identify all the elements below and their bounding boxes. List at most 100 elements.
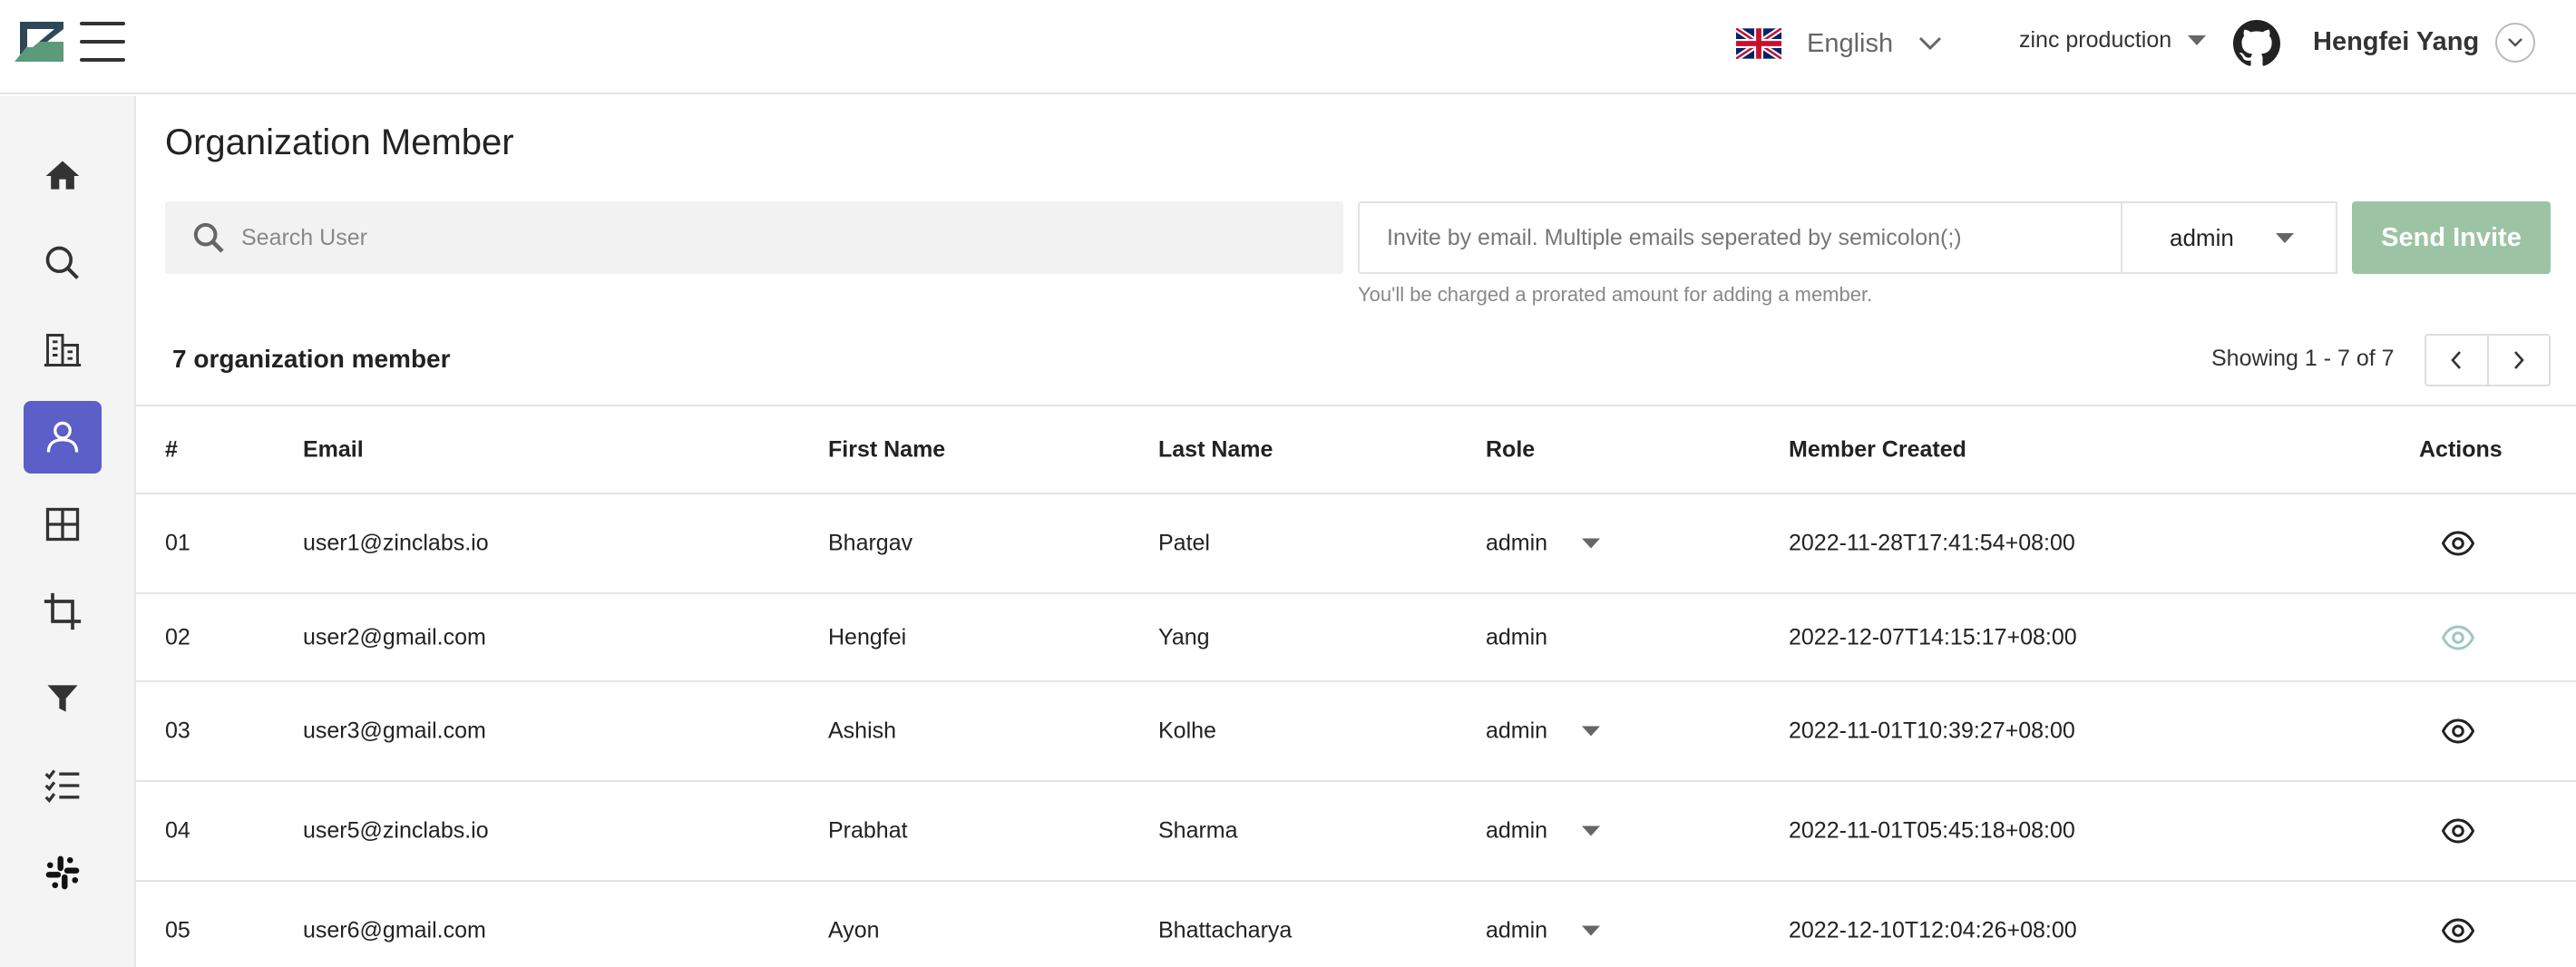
row-role-select[interactable]: admin bbox=[1486, 818, 1547, 845]
row-number: 05 bbox=[165, 917, 190, 943]
row-role-select[interactable]: admin bbox=[1486, 531, 1547, 557]
sidebar-item-dashboards[interactable] bbox=[24, 488, 102, 561]
column-header-number: # bbox=[165, 436, 178, 462]
search-icon bbox=[45, 246, 79, 279]
row-email: user2@gmail.com bbox=[303, 624, 486, 650]
column-header-role[interactable]: Role bbox=[1486, 436, 1535, 463]
building-icon bbox=[44, 334, 82, 366]
row-email: user6@gmail.com bbox=[303, 917, 486, 943]
grid-icon bbox=[45, 507, 80, 542]
invite-role-value: admin bbox=[2170, 223, 2234, 251]
send-invite-button[interactable]: Send Invite bbox=[2352, 201, 2551, 274]
language-label: English bbox=[1807, 28, 1894, 58]
row-last-name: Sharma bbox=[1158, 817, 1238, 844]
invite-email-box bbox=[1358, 201, 2122, 274]
row-role: admin bbox=[1486, 624, 1548, 650]
previous-page-button[interactable] bbox=[2426, 336, 2489, 385]
column-header-first-name[interactable]: First Name bbox=[828, 436, 945, 463]
row-last-name: Bhattacharya bbox=[1158, 917, 1293, 943]
row-number: 03 bbox=[165, 718, 190, 744]
sidebar-item-ingestion[interactable] bbox=[24, 575, 102, 648]
pagination-controls bbox=[2425, 334, 2551, 386]
table-header-row: # Email First Name Last Name Role Member… bbox=[136, 405, 2576, 493]
caret-down-icon[interactable] bbox=[1582, 726, 1600, 737]
row-first-name: Ashish bbox=[828, 718, 897, 744]
sidebar-item-functions[interactable] bbox=[24, 662, 102, 735]
user-icon bbox=[46, 421, 79, 453]
user-menu-button[interactable] bbox=[2495, 23, 2535, 63]
members-table: # Email First Name Last Name Role Member… bbox=[136, 405, 2576, 967]
sidebar-item-alerts[interactable] bbox=[24, 749, 102, 822]
row-last-name: Kolhe bbox=[1158, 718, 1216, 744]
row-member-created: 2022-11-01T10:39:27+08:00 bbox=[1789, 718, 2075, 744]
caret-down-icon[interactable] bbox=[1582, 538, 1600, 549]
row-number: 01 bbox=[165, 530, 190, 556]
row-last-name: Patel bbox=[1158, 530, 1210, 556]
row-first-name: Ayon bbox=[828, 917, 880, 943]
crop-icon bbox=[44, 592, 82, 630]
row-member-created: 2022-11-28T17:41:54+08:00 bbox=[1789, 530, 2075, 556]
sidebar bbox=[0, 96, 136, 967]
sidebar-item-search[interactable] bbox=[24, 227, 102, 299]
table-row: 03 user3@gmail.com Ashish Kolhe admin 20… bbox=[136, 680, 2576, 780]
caret-down-icon bbox=[2188, 35, 2207, 45]
invite-role-select[interactable]: admin bbox=[2122, 201, 2337, 274]
sidebar-item-members[interactable] bbox=[24, 401, 102, 474]
column-header-last-name[interactable]: Last Name bbox=[1158, 436, 1273, 463]
eye-icon[interactable] bbox=[2442, 815, 2474, 847]
row-number: 04 bbox=[165, 817, 190, 844]
chevron-down-icon bbox=[1919, 36, 1942, 51]
row-email: user5@zinclabs.io bbox=[303, 817, 489, 844]
row-role-select[interactable]: admin bbox=[1486, 718, 1547, 745]
table-row: 04 user5@zinclabs.io Prabhat Sharma admi… bbox=[136, 780, 2576, 880]
sidebar-item-organization[interactable] bbox=[24, 314, 102, 386]
zinc-logo[interactable] bbox=[13, 20, 65, 63]
page-title: Organization Member bbox=[165, 122, 514, 162]
slack-icon bbox=[45, 855, 80, 890]
row-first-name: Hengfei bbox=[828, 624, 907, 650]
caret-down-icon[interactable] bbox=[1582, 925, 1600, 936]
github-icon[interactable] bbox=[2233, 20, 2280, 67]
user-name: Hengfei Yang bbox=[2313, 27, 2480, 56]
uk-flag-icon bbox=[1736, 28, 1781, 59]
sidebar-item-slack[interactable] bbox=[24, 836, 102, 909]
top-header: English zinc production Hengfei Yang bbox=[0, 0, 2576, 94]
filter-icon bbox=[47, 685, 78, 712]
row-member-created: 2022-12-10T12:04:26+08:00 bbox=[1789, 917, 2077, 943]
search-user-input[interactable] bbox=[241, 224, 1312, 251]
chevron-left-icon bbox=[2451, 351, 2462, 369]
column-header-email[interactable]: Email bbox=[303, 436, 364, 463]
caret-down-icon bbox=[2275, 232, 2294, 243]
row-first-name: Bhargav bbox=[828, 530, 913, 556]
table-row: 01 user1@zinclabs.io Bhargav Patel admin… bbox=[136, 493, 2576, 592]
row-last-name: Yang bbox=[1158, 624, 1210, 650]
invite-hint: You'll be charged a prorated amount for … bbox=[1358, 283, 1873, 306]
sidebar-item-home[interactable] bbox=[24, 140, 102, 212]
column-header-actions: Actions bbox=[2419, 436, 2503, 462]
row-role-select[interactable]: admin bbox=[1486, 918, 1547, 944]
organization-selector[interactable]: zinc production bbox=[2019, 27, 2207, 54]
row-first-name: Prabhat bbox=[828, 817, 908, 844]
table-row: 02 user2@gmail.com Hengfei Yang admin 20… bbox=[136, 592, 2576, 680]
checklist-icon bbox=[44, 769, 80, 804]
pagination-status: Showing 1 - 7 of 7 bbox=[2211, 346, 2395, 371]
invite-email-input[interactable] bbox=[1387, 224, 2103, 251]
chevron-right-icon bbox=[2513, 351, 2524, 369]
row-member-created: 2022-11-01T05:45:18+08:00 bbox=[1789, 817, 2075, 844]
search-icon bbox=[193, 222, 224, 253]
row-member-created: 2022-12-07T14:15:17+08:00 bbox=[1789, 624, 2077, 650]
column-header-member-created[interactable]: Member Created bbox=[1789, 436, 1966, 463]
member-count: 7 organization member bbox=[172, 345, 451, 373]
organization-label: zinc production bbox=[2019, 27, 2172, 53]
eye-icon[interactable] bbox=[2442, 715, 2474, 747]
chevron-down-icon bbox=[2508, 38, 2522, 47]
language-selector[interactable]: English bbox=[1736, 24, 1942, 63]
row-email: user3@gmail.com bbox=[303, 718, 486, 744]
search-user-box bbox=[165, 201, 1343, 274]
home-icon bbox=[45, 161, 80, 190]
caret-down-icon[interactable] bbox=[1582, 825, 1600, 836]
eye-icon[interactable] bbox=[2442, 914, 2474, 947]
next-page-button[interactable] bbox=[2489, 336, 2550, 385]
menu-toggle-button[interactable] bbox=[80, 22, 125, 62]
eye-icon[interactable] bbox=[2442, 527, 2474, 560]
